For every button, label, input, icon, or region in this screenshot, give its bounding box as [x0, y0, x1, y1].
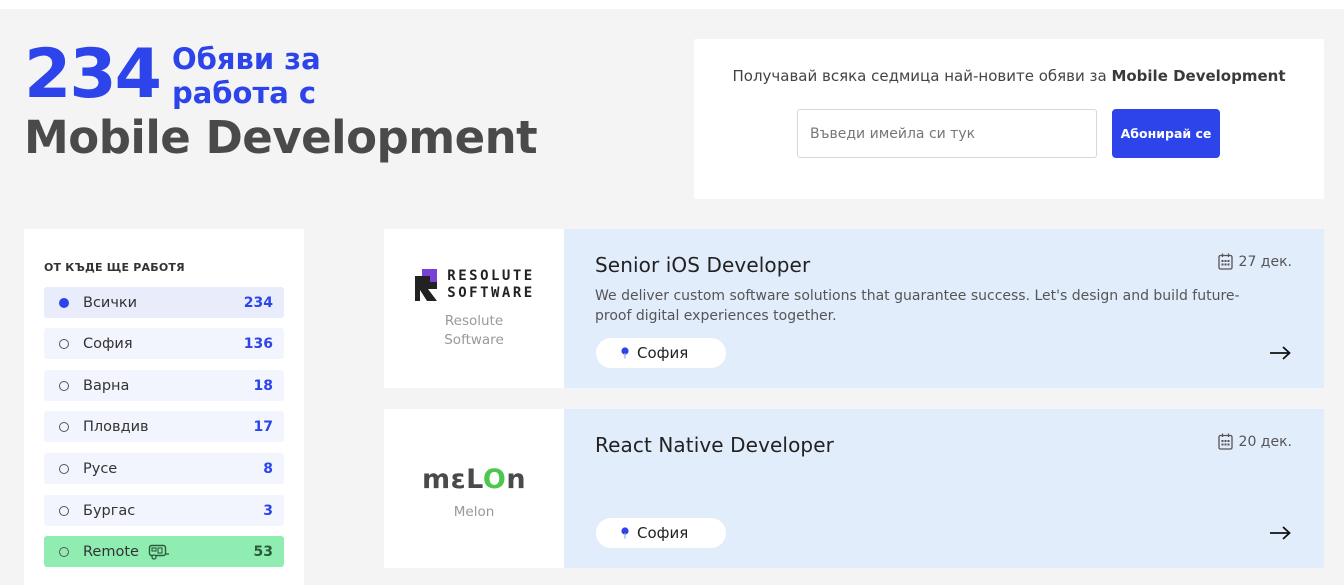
resolute-logo-icon	[415, 268, 438, 301]
subscribe-button[interactable]: Абонирай се	[1112, 109, 1220, 158]
location-pin-icon	[621, 347, 629, 359]
location-filter: ОТ КЪДЕ ЩЕ РАБОТЯ Всички 234 София 136 В…	[24, 229, 304, 585]
calendar-icon	[1217, 253, 1233, 270]
job-details: Senior iOS Developer 27 дек. We deliver …	[564, 229, 1324, 388]
job-card[interactable]: mɛLOn Melon React Native Developer 20 де…	[384, 409, 1324, 568]
job-date: 27 дек.	[1217, 253, 1292, 270]
subscribe-card: Получавай всяка седмица най-новите обяви…	[694, 39, 1324, 199]
resolute-logo: RESOLUTE SOFTWARE	[413, 268, 534, 302]
location-filter-sofia[interactable]: София 136	[44, 328, 284, 359]
job-details: React Native Developer 20 дек. София	[564, 409, 1324, 568]
location-filter-plovdiv[interactable]: Пловдив 17	[44, 411, 284, 442]
top-strip	[0, 0, 1344, 9]
company-name: Melon	[453, 503, 495, 520]
location-pin-icon	[621, 527, 629, 539]
category-title: Mobile Development	[24, 111, 538, 164]
location-filter-all[interactable]: Всички 234	[44, 287, 284, 318]
job-description: We deliver custom software solutions tha…	[595, 288, 1240, 324]
location-filter-ruse[interactable]: Русе 8	[44, 453, 284, 484]
job-title[interactable]: React Native Developer	[595, 433, 834, 457]
melon-logo: mɛLOn	[421, 463, 527, 495]
radio-icon	[59, 338, 69, 349]
arrow-right-icon[interactable]	[1269, 526, 1291, 540]
company-logo-panel: mɛLOn Melon	[384, 409, 564, 568]
job-count: 234	[24, 35, 162, 114]
job-title[interactable]: Senior iOS Developer	[595, 253, 810, 277]
location-filter-burgas[interactable]: Бургас 3	[44, 495, 284, 526]
radio-icon	[59, 546, 69, 557]
radio-icon	[59, 463, 69, 474]
radio-selected-icon	[59, 297, 69, 308]
location-tag: София	[596, 518, 726, 548]
filter-heading: ОТ КЪДЕ ЩЕ РАБОТЯ	[44, 261, 185, 274]
subscribe-text: Получавай всяка седмица най-новите обяви…	[732, 67, 1286, 85]
email-input[interactable]	[797, 109, 1097, 158]
calendar-icon	[1217, 433, 1233, 450]
remote-caravan-icon	[148, 544, 169, 560]
radio-icon	[59, 380, 69, 391]
company-name: Resolute Software	[444, 312, 504, 348]
location-filter-varna[interactable]: Варна 18	[44, 370, 284, 401]
radio-icon	[59, 505, 69, 516]
page-heading: 234 Обяви за работа с Mobile Development	[24, 35, 538, 166]
location-tag: София	[596, 338, 726, 368]
radio-icon	[59, 421, 69, 432]
arrow-right-icon[interactable]	[1269, 346, 1291, 360]
company-logo-panel: RESOLUTE SOFTWARE Resolute Software	[384, 229, 564, 388]
location-filter-remote[interactable]: Remote 53	[44, 536, 284, 567]
job-card[interactable]: RESOLUTE SOFTWARE Resolute Software Seni…	[384, 229, 1324, 388]
heading-subtitle: Обяви за работа с	[171, 42, 321, 110]
job-date: 20 дек.	[1217, 433, 1292, 450]
